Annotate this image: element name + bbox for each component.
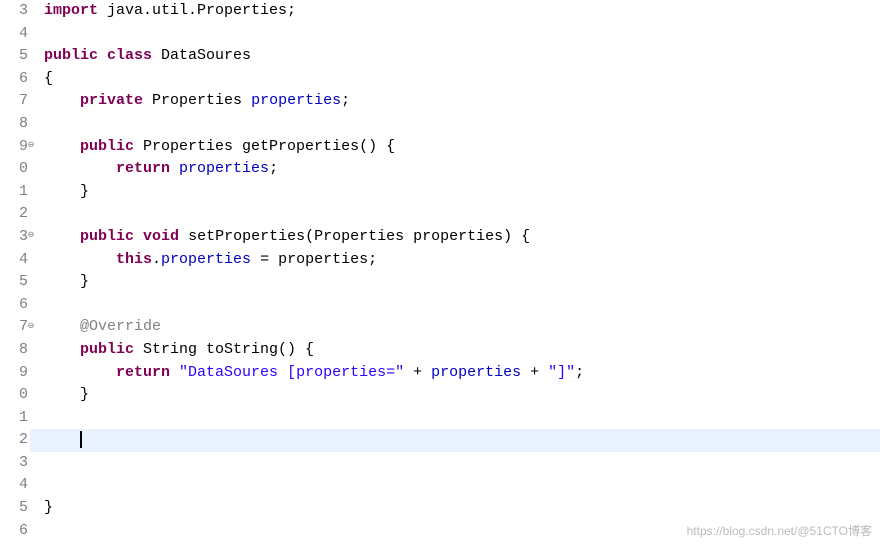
text-cursor [80, 431, 82, 448]
code-line[interactable]: } [44, 384, 880, 407]
line-number: 1 [0, 181, 28, 204]
code-line[interactable]: this.properties = properties; [44, 249, 880, 272]
line-number: 1 [0, 407, 28, 430]
gutter: 3456789⊖0123⊖4567⊖890123456 [0, 0, 30, 545]
line-number: 4 [0, 474, 28, 497]
code-line[interactable]: return "DataSoures [properties=" + prope… [44, 362, 880, 385]
line-number: 8 [0, 339, 28, 362]
line-number: 2 [0, 429, 28, 452]
line-number: 8 [0, 113, 28, 136]
code-line[interactable]: } [44, 181, 880, 204]
code-line[interactable]: @Override [44, 316, 880, 339]
code-line[interactable]: private Properties properties; [44, 90, 880, 113]
line-number: 7 [0, 90, 28, 113]
line-number: 9 [0, 362, 28, 385]
line-number: 4 [0, 23, 28, 46]
line-number: 4 [0, 249, 28, 272]
line-number: 0 [0, 158, 28, 181]
line-number: 7⊖ [0, 316, 28, 339]
line-number: 6 [0, 294, 28, 317]
code-line[interactable]: { [44, 68, 880, 91]
code-editor[interactable]: import java.util.Properties; public class… [30, 0, 880, 545]
code-line[interactable]: public class DataSoures [44, 45, 880, 68]
code-line[interactable]: public String toString() { [44, 339, 880, 362]
line-number: 0 [0, 384, 28, 407]
code-line[interactable] [44, 520, 880, 543]
code-line[interactable] [44, 407, 880, 430]
line-number: 2 [0, 203, 28, 226]
code-line[interactable]: import java.util.Properties; [44, 0, 880, 23]
code-line[interactable] [44, 203, 880, 226]
code-line[interactable] [44, 474, 880, 497]
line-number: 5 [0, 45, 28, 68]
code-line[interactable]: public void setProperties(Properties pro… [44, 226, 880, 249]
line-number: 3 [0, 452, 28, 475]
line-number: 3 [0, 0, 28, 23]
code-line[interactable]: } [44, 271, 880, 294]
line-number: 5 [0, 497, 28, 520]
line-number: 5 [0, 271, 28, 294]
line-number: 6 [0, 68, 28, 91]
line-number: 9⊖ [0, 136, 28, 159]
line-number: 3⊖ [0, 226, 28, 249]
code-line[interactable] [30, 429, 880, 452]
code-line[interactable] [44, 113, 880, 136]
code-line[interactable]: } [44, 497, 880, 520]
line-number: 6 [0, 520, 28, 543]
code-line[interactable]: public Properties getProperties() { [44, 136, 880, 159]
code-line[interactable] [44, 23, 880, 46]
code-line[interactable]: return properties; [44, 158, 880, 181]
code-line[interactable] [44, 294, 880, 317]
code-line[interactable] [44, 452, 880, 475]
